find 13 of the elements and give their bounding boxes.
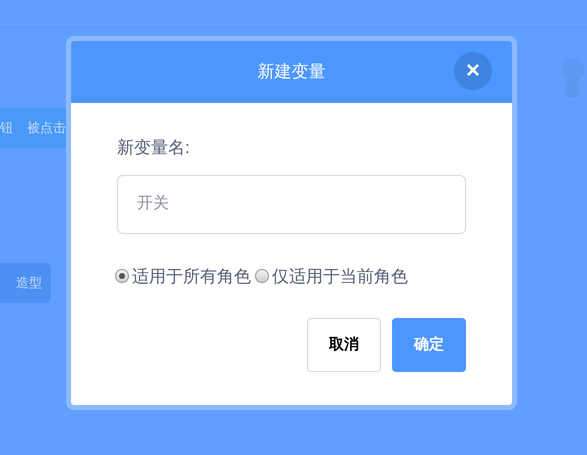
block-label: 被点击 — [27, 119, 66, 138]
close-button[interactable]: × — [454, 52, 492, 90]
radio-button[interactable] — [115, 269, 129, 284]
block-label: 造型 — [16, 274, 42, 292]
radio-label: 适用于所有角色 — [132, 266, 251, 288]
confirm-button[interactable]: 确定 — [392, 318, 466, 372]
block-label: 钮 — [0, 119, 13, 138]
radio-label: 仅适用于当前角色 — [272, 266, 408, 288]
field-label: 新变量名: — [117, 137, 191, 159]
variable-name-field[interactable]: 开关 — [117, 174, 466, 234]
radio-button[interactable] — [255, 269, 269, 284]
cancel-button[interactable]: 取消 — [307, 318, 381, 372]
dialog-title: 新建变量 — [258, 61, 326, 84]
